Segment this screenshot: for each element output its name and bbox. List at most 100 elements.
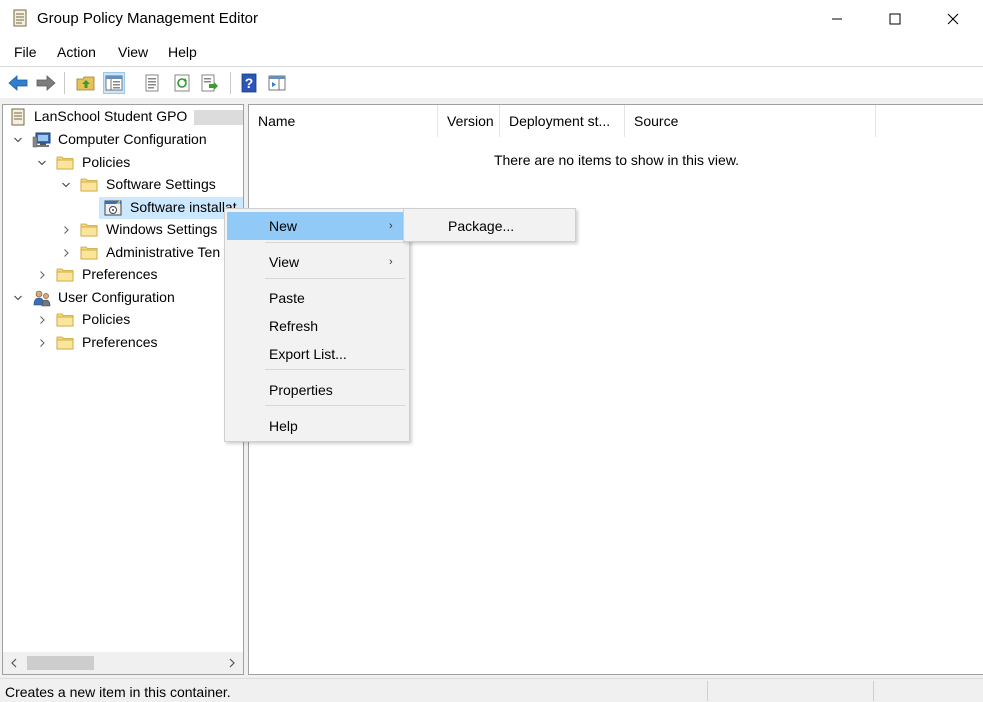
toolbar: ? xyxy=(0,66,983,98)
submenu-package-label: Package... xyxy=(448,218,515,234)
software-installation-icon xyxy=(104,200,122,216)
context-menu-paste[interactable]: Paste xyxy=(227,284,407,312)
menu-view[interactable]: View xyxy=(118,44,148,60)
refresh-button[interactable] xyxy=(171,72,193,94)
tree-horizontal-scrollbar[interactable] xyxy=(3,652,243,674)
tree-label-root: LanSchool Student GPO xyxy=(34,108,188,124)
scroll-thumb[interactable] xyxy=(27,656,94,670)
tree-label-administrative-templates: Administrative Ten xyxy=(106,244,221,260)
context-menu-paste-label: Paste xyxy=(269,290,305,306)
context-menu-refresh[interactable]: Refresh xyxy=(227,312,407,340)
folder-icon xyxy=(56,336,74,350)
submenu-arrow-icon: › xyxy=(389,256,393,268)
menu-separator xyxy=(265,369,405,370)
context-menu-new-label: New xyxy=(269,218,298,234)
menu-action[interactable]: Action xyxy=(57,44,96,60)
tree-node-user-configuration[interactable]: User Configuration xyxy=(3,287,243,309)
toolbar-separator xyxy=(230,72,231,94)
chevron-right-icon[interactable] xyxy=(37,270,47,280)
back-button[interactable] xyxy=(7,72,29,94)
context-menu-export-list[interactable]: Export List... xyxy=(227,340,407,368)
chevron-down-icon[interactable] xyxy=(13,293,23,303)
column-header-version[interactable]: Version xyxy=(438,105,500,137)
up-one-level-button[interactable] xyxy=(75,72,97,94)
context-menu-view-label: View xyxy=(269,254,300,270)
forward-button[interactable] xyxy=(35,72,57,94)
scroll-left-button[interactable] xyxy=(7,656,21,670)
action-pane-icon xyxy=(268,75,286,91)
tree-node-uc-policies[interactable]: Policies xyxy=(3,309,243,331)
tree-node-administrative-templates[interactable]: Administrative Ten xyxy=(3,242,243,264)
context-menu: New › View › Paste Refresh Export List..… xyxy=(224,208,410,442)
context-menu-export-list-label: Export List... xyxy=(269,346,347,362)
close-button[interactable] xyxy=(924,0,982,38)
minimize-icon xyxy=(832,18,842,20)
gpme-window: Group Policy Management Editor File Acti… xyxy=(0,0,983,702)
menu-help[interactable]: Help xyxy=(168,44,197,60)
tree-label-uc-policies: Policies xyxy=(82,311,131,327)
tree-node-uc-preferences[interactable]: Preferences xyxy=(3,332,243,354)
help-icon: ? xyxy=(241,73,257,93)
folder-icon xyxy=(56,156,74,170)
chevron-right-icon[interactable] xyxy=(61,225,71,235)
tree-node-root[interactable]: LanSchool Student GPO xyxy=(3,106,243,128)
help-button[interactable]: ? xyxy=(238,72,260,94)
chevron-left-icon xyxy=(11,658,17,668)
context-menu-help[interactable]: Help xyxy=(227,412,407,440)
tree-node-windows-settings[interactable]: Windows Settings xyxy=(3,219,243,241)
menu-separator xyxy=(265,405,405,406)
redacted-region xyxy=(194,110,243,125)
show-hide-tree-button[interactable] xyxy=(103,72,125,94)
submenu-package[interactable]: Package... xyxy=(406,212,573,240)
chevron-right-icon[interactable] xyxy=(37,338,47,348)
column-header-name[interactable]: Name xyxy=(249,105,438,137)
export-list-button[interactable] xyxy=(199,72,221,94)
menu-file[interactable]: File xyxy=(14,44,37,60)
folder-icon xyxy=(80,223,98,237)
new-submenu: Package... xyxy=(403,208,576,242)
minimize-button[interactable] xyxy=(808,0,866,38)
status-text: Creates a new item in this container. xyxy=(5,684,231,700)
chevron-down-icon[interactable] xyxy=(13,135,23,145)
tree-node-cc-preferences[interactable]: Preferences xyxy=(3,264,243,286)
export-list-icon xyxy=(201,74,218,92)
gpo-editor-app-icon xyxy=(13,9,27,27)
tree-node-cc-policies[interactable]: Policies xyxy=(3,152,243,174)
chevron-down-icon[interactable] xyxy=(37,158,47,168)
context-menu-properties-label: Properties xyxy=(269,382,333,398)
scroll-right-button[interactable] xyxy=(225,656,239,670)
close-icon xyxy=(947,13,959,25)
tree-node-computer-configuration[interactable]: Computer Configuration xyxy=(3,129,243,151)
refresh-icon xyxy=(174,74,190,92)
chevron-right-icon[interactable] xyxy=(37,315,47,325)
window-title: Group Policy Management Editor xyxy=(37,10,258,27)
column-header-source[interactable]: Source xyxy=(625,105,876,137)
tree-label-windows-settings: Windows Settings xyxy=(106,221,218,237)
folder-icon xyxy=(56,268,74,282)
chevron-right-icon[interactable] xyxy=(61,248,71,258)
users-icon xyxy=(33,290,51,307)
properties-button[interactable] xyxy=(141,72,163,94)
tree-label-uc-preferences: Preferences xyxy=(82,334,158,350)
menu-separator xyxy=(265,242,405,243)
content-area: LanSchool Student GPO Computer Configura… xyxy=(0,98,983,678)
tree-node-software-settings[interactable]: Software Settings xyxy=(3,174,243,196)
tree-label-software-installation: Software installat xyxy=(130,199,237,215)
maximize-button[interactable] xyxy=(866,0,924,38)
show-hide-tree-icon xyxy=(105,75,123,91)
submenu-arrow-icon: › xyxy=(389,220,393,232)
tree-label-cc-preferences: Preferences xyxy=(82,266,158,282)
column-header-deployment-state[interactable]: Deployment st... xyxy=(500,105,625,137)
folder-icon xyxy=(80,246,98,260)
tree-node-software-installation[interactable]: Software installat xyxy=(99,197,243,219)
chevron-down-icon[interactable] xyxy=(61,180,71,190)
context-menu-view[interactable]: View › xyxy=(227,248,407,276)
folder-icon xyxy=(80,178,98,192)
context-menu-help-label: Help xyxy=(269,418,298,434)
folder-icon xyxy=(56,313,74,327)
title-bar: Group Policy Management Editor xyxy=(0,0,983,38)
show-action-pane-button[interactable] xyxy=(266,72,288,94)
computer-icon xyxy=(32,132,51,148)
context-menu-new[interactable]: New › xyxy=(227,212,407,240)
context-menu-properties[interactable]: Properties xyxy=(227,376,407,404)
